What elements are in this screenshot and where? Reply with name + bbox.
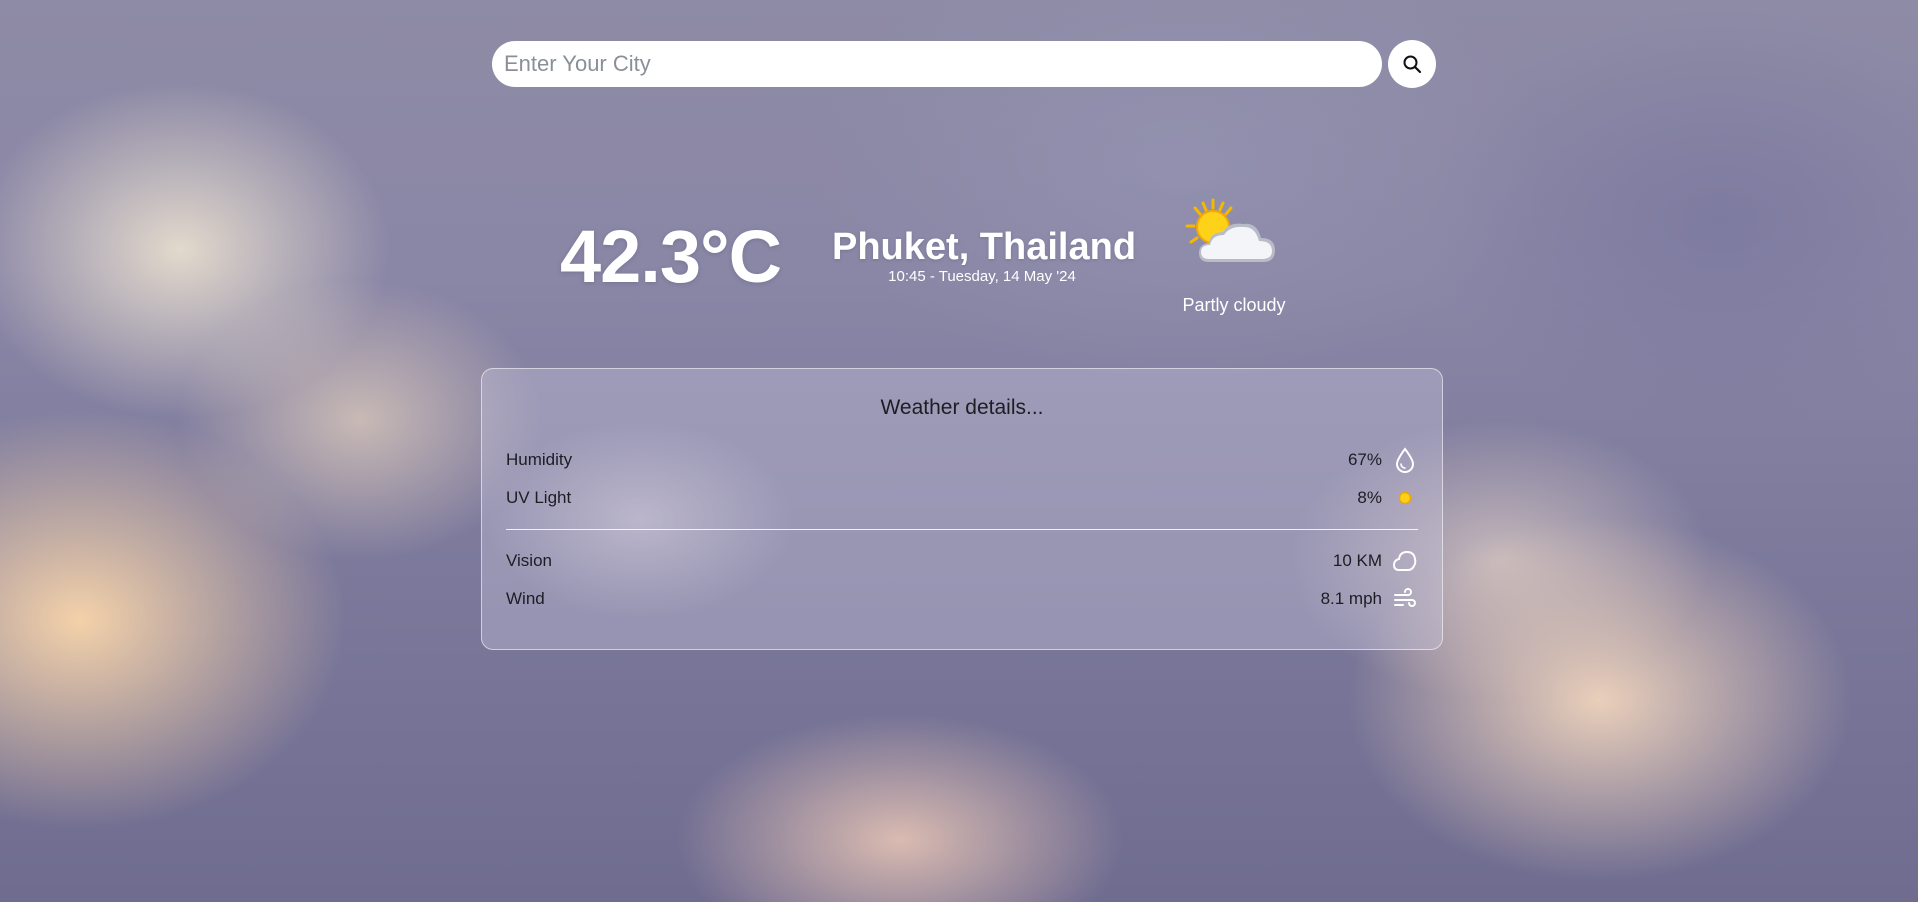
details-title: Weather details... (880, 396, 1044, 419)
detail-row-vision: Vision 10 KM (506, 542, 1418, 580)
partly-cloudy-icon (1172, 196, 1296, 281)
detail-value: 10 KM (1332, 551, 1382, 570)
detail-value: 67% (1347, 450, 1382, 469)
detail-label: Vision (506, 551, 552, 570)
date-time: 10:45 - Tuesday, 14 May '24 (888, 268, 1076, 285)
weather-details-card: Weather details... Humidity 67% UV Light… (481, 368, 1443, 650)
detail-row-humidity: Humidity 67% (506, 441, 1418, 479)
wind-icon (1392, 586, 1418, 612)
location-block: Phuket, Thailand 10:45 - Tuesday, 14 May… (832, 224, 1137, 286)
detail-label: Humidity (506, 450, 573, 469)
condition-text: Partly cloudy (1182, 295, 1286, 315)
detail-value: 8% (1357, 488, 1382, 507)
detail-row-wind: Wind 8.1 mph (506, 580, 1418, 618)
detail-row-uv-light: UV Light 8% (506, 479, 1418, 517)
search-bar (492, 40, 1436, 88)
sun-dot-icon (1392, 485, 1418, 511)
detail-value: 8.1 mph (1320, 589, 1382, 608)
temperature: 42.3°C (560, 215, 782, 298)
detail-label: Wind (506, 589, 545, 608)
divider (506, 529, 1418, 530)
detail-label: UV Light (506, 488, 572, 507)
search-button[interactable] (1388, 40, 1436, 88)
condition-block: Partly cloudy (1172, 196, 1296, 316)
droplet-icon (1392, 447, 1418, 473)
cloud-outline-icon (1392, 548, 1418, 574)
city-search-input[interactable] (492, 41, 1382, 87)
city-name: Phuket, Thailand (832, 226, 1137, 268)
search-icon (1402, 54, 1422, 74)
